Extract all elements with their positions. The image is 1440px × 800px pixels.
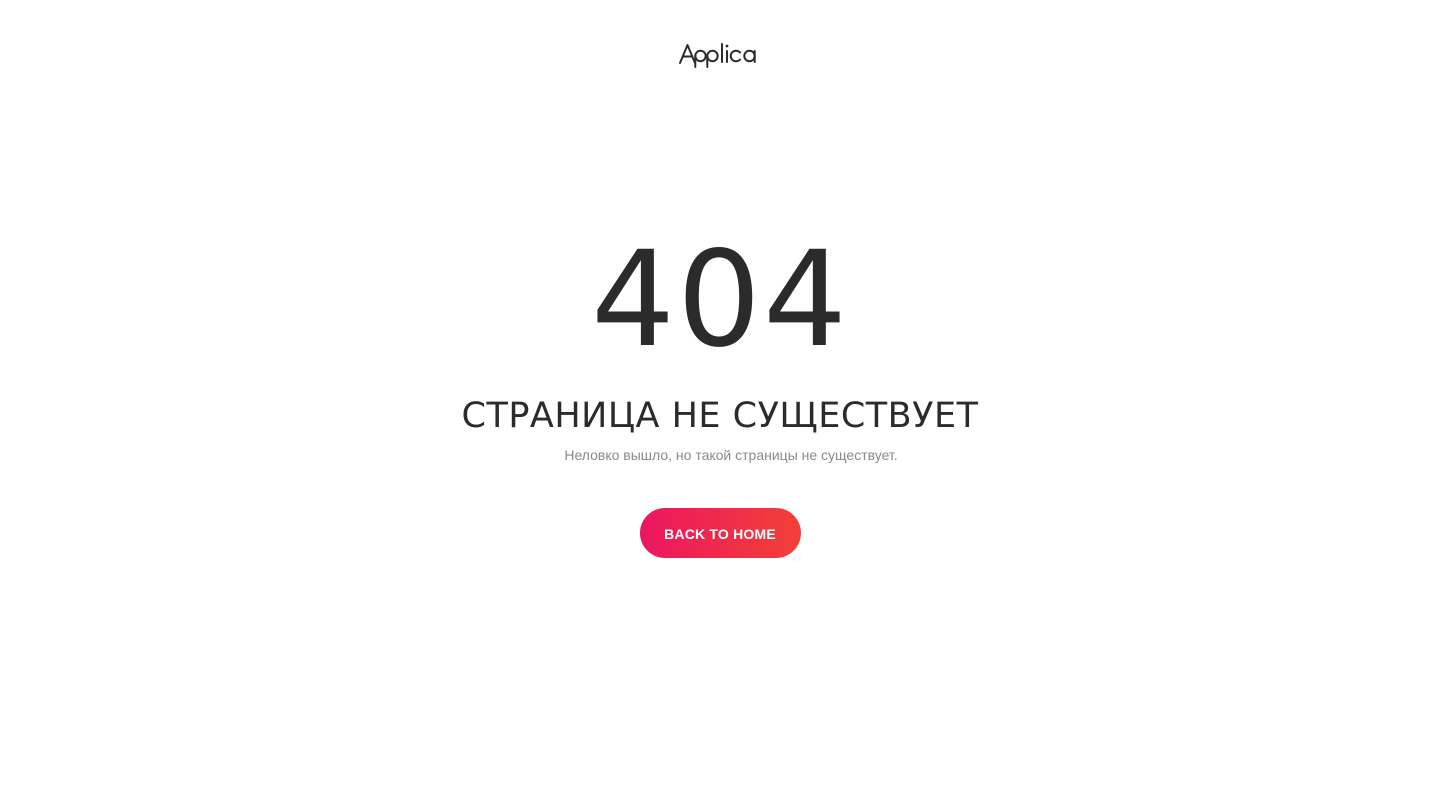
back-to-home-button[interactable]: BACK TO HOME [639, 508, 801, 558]
button-wrapper: BACK TO HOME [0, 508, 1440, 558]
error-title: СТРАНИЦА НЕ СУЩЕСТВУЕТ [461, 396, 979, 436]
error-content: 404 СТРАНИЦА НЕ СУЩЕСТВУЕТ Неловко вышло… [0, 230, 1440, 558]
applica-logo-icon [679, 43, 756, 68]
error-code: 404 [591, 223, 849, 377]
error-page: 404 СТРАНИЦА НЕ СУЩЕСТВУЕТ Неловко вышло… [0, 0, 1440, 800]
error-message: Неловко вышло, но такой страницы не суще… [564, 447, 898, 463]
brand-logo[interactable] [0, 40, 1440, 68]
